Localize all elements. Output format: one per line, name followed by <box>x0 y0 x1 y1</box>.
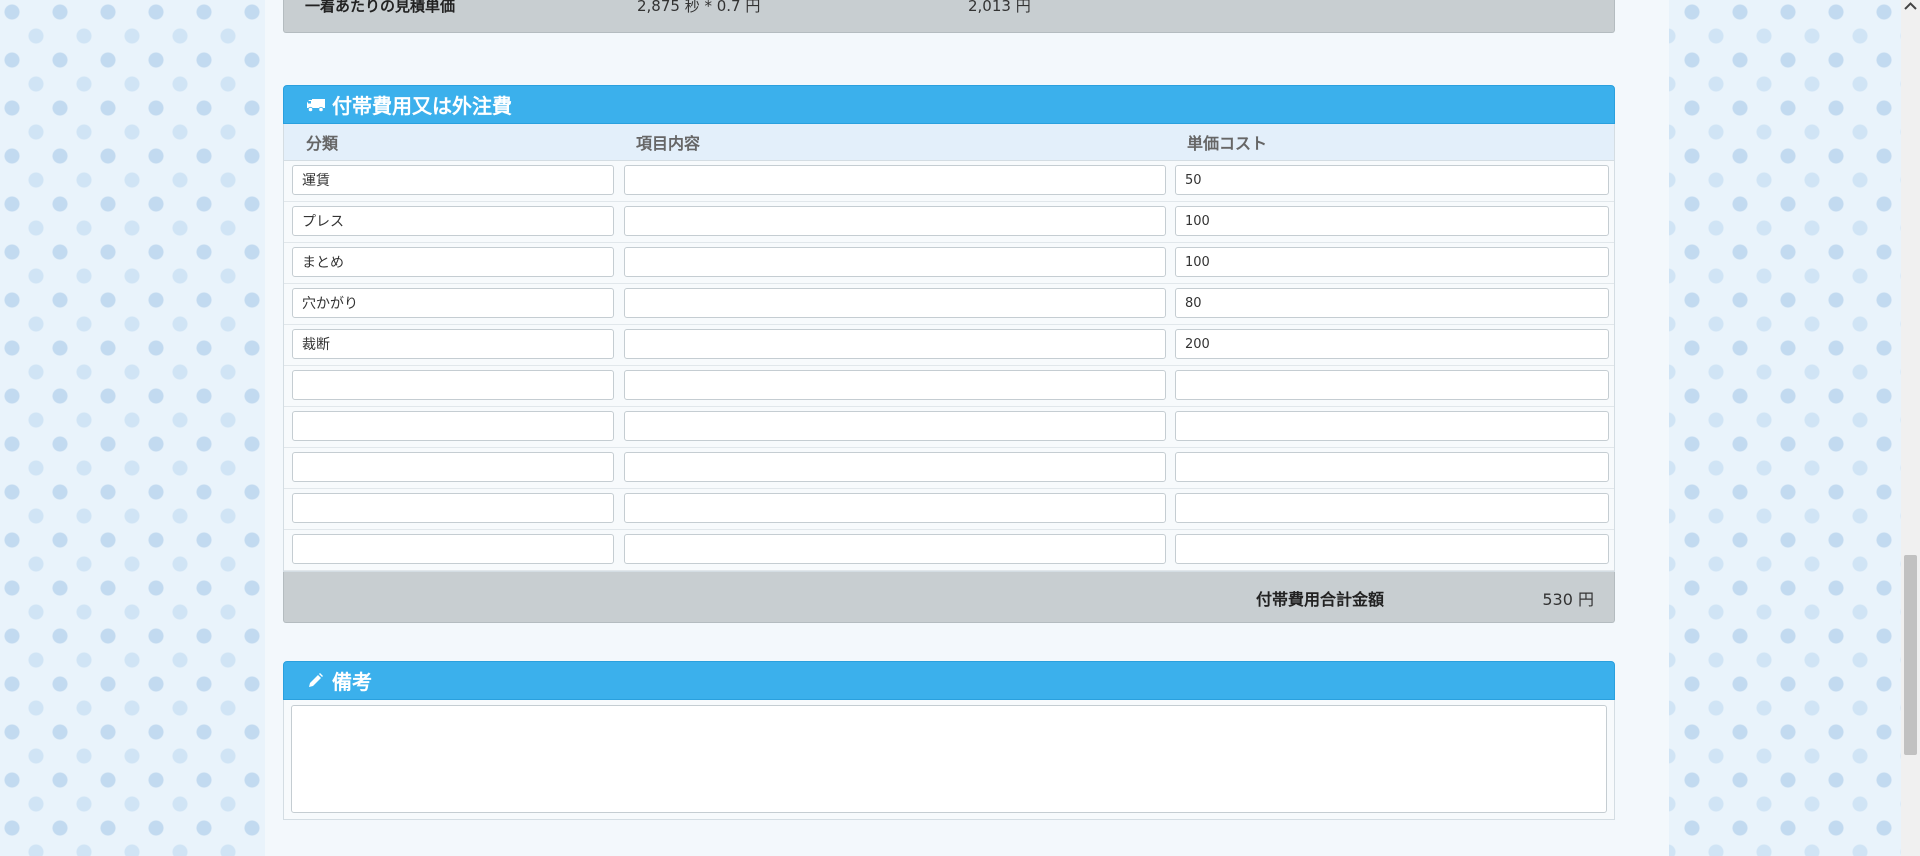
content-input[interactable] <box>624 534 1166 564</box>
truck-icon <box>306 96 326 114</box>
notes-header: 備考 <box>283 661 1615 700</box>
content-input[interactable] <box>624 165 1166 195</box>
column-headers: 分類 項目内容 単価コスト <box>284 124 1614 161</box>
unit-cost-input[interactable] <box>1175 452 1609 482</box>
page-scrollbar[interactable] <box>1901 0 1920 856</box>
incidental-total-bar: 付帯費用合計金額 530 円 <box>283 572 1615 623</box>
incidental-total-label: 付帯費用合計金額 <box>1256 590 1385 609</box>
column-header-content: 項目内容 <box>636 134 701 153</box>
unit-cost-input[interactable] <box>1175 288 1609 318</box>
table-row <box>284 366 1614 407</box>
unit-cost-input[interactable] <box>1175 329 1609 359</box>
table-row <box>284 161 1614 202</box>
unit-price-result: 2,013 円 <box>968 0 1031 15</box>
incidental-costs-title: 付帯費用又は外注費 <box>332 94 512 118</box>
unit-cost-input[interactable] <box>1175 165 1609 195</box>
content-input[interactable] <box>624 493 1166 523</box>
content-input[interactable] <box>624 452 1166 482</box>
category-input[interactable] <box>292 411 614 441</box>
incidental-costs-table: 分類 項目内容 単価コスト <box>283 124 1615 572</box>
unit-price-summary: 一着あたりの見積単価 2,875 秒 * 0.7 円 2,013 円 <box>283 0 1615 33</box>
notes-panel: 備考 <box>283 661 1615 820</box>
table-row <box>284 489 1614 530</box>
unit-cost-input[interactable] <box>1175 370 1609 400</box>
category-input[interactable] <box>292 370 614 400</box>
category-input[interactable] <box>292 288 614 318</box>
content-input[interactable] <box>624 247 1166 277</box>
incidental-total-value: 530 円 <box>1542 590 1594 609</box>
category-input[interactable] <box>292 452 614 482</box>
notes-body <box>283 700 1615 820</box>
notes-textarea[interactable] <box>291 705 1607 813</box>
category-input[interactable] <box>292 534 614 564</box>
incidental-costs-header: 付帯費用又は外注費 <box>283 85 1615 124</box>
pencil-icon <box>306 672 326 690</box>
category-input[interactable] <box>292 493 614 523</box>
scrollbar-thumb[interactable] <box>1904 555 1917 755</box>
table-row <box>284 284 1614 325</box>
table-row <box>284 530 1614 571</box>
content-input[interactable] <box>624 411 1166 441</box>
notes-title: 備考 <box>332 670 372 694</box>
unit-cost-input[interactable] <box>1175 493 1609 523</box>
content-input[interactable] <box>624 370 1166 400</box>
table-row <box>284 243 1614 284</box>
incidental-costs-panel: 付帯費用又は外注費 分類 項目内容 単価コスト 運賃 50 プレス 100 まと… <box>283 85 1615 623</box>
unit-cost-input[interactable] <box>1175 206 1609 236</box>
content-input[interactable] <box>624 288 1166 318</box>
unit-cost-input[interactable] <box>1175 411 1609 441</box>
category-input[interactable] <box>292 165 614 195</box>
category-input[interactable] <box>292 329 614 359</box>
unit-price-formula: 2,875 秒 * 0.7 円 <box>637 0 761 15</box>
unit-price-label: 一着あたりの見積単価 <box>305 0 456 15</box>
unit-cost-input[interactable] <box>1175 247 1609 277</box>
table-row <box>284 202 1614 243</box>
scroll-up-arrow-icon[interactable] <box>1903 0 1918 15</box>
column-header-unit-cost: 単価コスト <box>1187 134 1268 153</box>
category-input[interactable] <box>292 206 614 236</box>
table-row <box>284 325 1614 366</box>
table-row <box>284 407 1614 448</box>
category-input[interactable] <box>292 247 614 277</box>
table-row <box>284 448 1614 489</box>
content-input[interactable] <box>624 329 1166 359</box>
unit-cost-input[interactable] <box>1175 534 1609 564</box>
content-input[interactable] <box>624 206 1166 236</box>
column-header-category: 分類 <box>306 134 339 153</box>
